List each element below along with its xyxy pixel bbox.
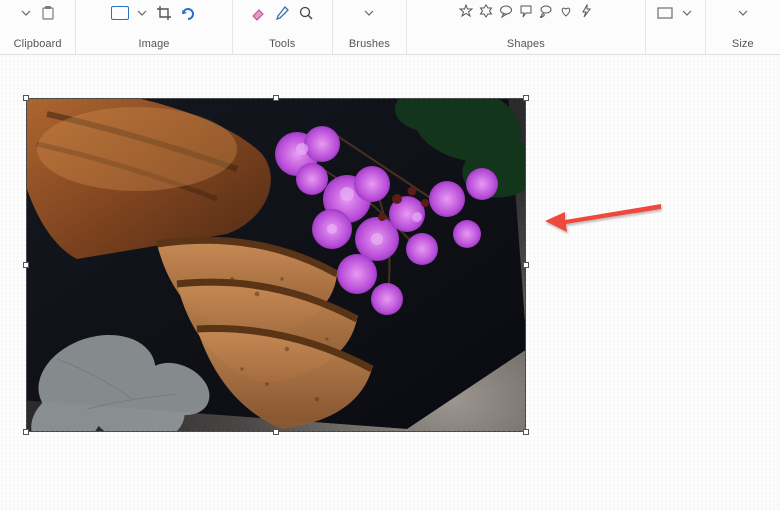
- image-label: Image: [138, 36, 169, 50]
- ribbon-group-shape-style: [646, 0, 706, 54]
- shapes-gallery[interactable]: [458, 3, 594, 19]
- shape-speech-rect[interactable]: [518, 3, 534, 19]
- ribbon-group-image: Image: [76, 0, 232, 54]
- canvas[interactable]: [0, 55, 780, 510]
- ribbon-group-brushes: Brushes: [333, 0, 407, 54]
- selected-image[interactable]: [26, 98, 526, 432]
- shape-star6[interactable]: [478, 3, 494, 19]
- resize-handle-sw[interactable]: [23, 429, 29, 435]
- crop-icon[interactable]: [155, 4, 173, 22]
- clipboard-label: Clipboard: [14, 36, 62, 50]
- shape-star5[interactable]: [458, 3, 474, 19]
- resize-handle-e[interactable]: [523, 262, 529, 268]
- select-dropdown[interactable]: [135, 9, 149, 17]
- paste-dropdown[interactable]: [19, 9, 33, 17]
- tools-label: Tools: [269, 36, 295, 50]
- resize-handle-ne[interactable]: [523, 95, 529, 101]
- paste-icon[interactable]: [39, 4, 57, 22]
- outline-dropdown[interactable]: [680, 9, 694, 17]
- size-dropdown[interactable]: [736, 9, 750, 17]
- brushes-label: Brushes: [349, 36, 390, 50]
- ribbon-group-size: Size: [706, 0, 780, 54]
- select-tool[interactable]: [111, 6, 129, 20]
- annotation-arrow: [543, 198, 663, 230]
- photo-content: [27, 99, 525, 431]
- brushes-dropdown[interactable]: [362, 9, 376, 17]
- magnifier-icon[interactable]: [297, 4, 315, 22]
- ribbon-toolbar: Clipboard Image: [0, 0, 780, 55]
- resize-handle-s[interactable]: [273, 429, 279, 435]
- shape-heart[interactable]: [558, 3, 574, 19]
- shape-lightning[interactable]: [578, 3, 594, 19]
- color-picker-icon[interactable]: [273, 4, 291, 22]
- rotate-icon[interactable]: [179, 4, 197, 22]
- resize-handle-n[interactable]: [273, 95, 279, 101]
- ribbon-group-tools: Tools: [233, 0, 333, 54]
- shape-style-label: [674, 36, 677, 50]
- shape-thought[interactable]: [538, 3, 554, 19]
- outline-icon[interactable]: [656, 4, 674, 22]
- ribbon-group-clipboard: Clipboard: [0, 0, 76, 54]
- shape-speech-oval[interactable]: [498, 3, 514, 19]
- shapes-label: Shapes: [507, 36, 545, 50]
- eraser-icon[interactable]: [249, 4, 267, 22]
- resize-handle-se[interactable]: [523, 429, 529, 435]
- resize-handle-w[interactable]: [23, 262, 29, 268]
- size-label: Size: [732, 36, 754, 50]
- ribbon-group-shapes: Shapes: [407, 0, 646, 54]
- resize-handle-nw[interactable]: [23, 95, 29, 101]
